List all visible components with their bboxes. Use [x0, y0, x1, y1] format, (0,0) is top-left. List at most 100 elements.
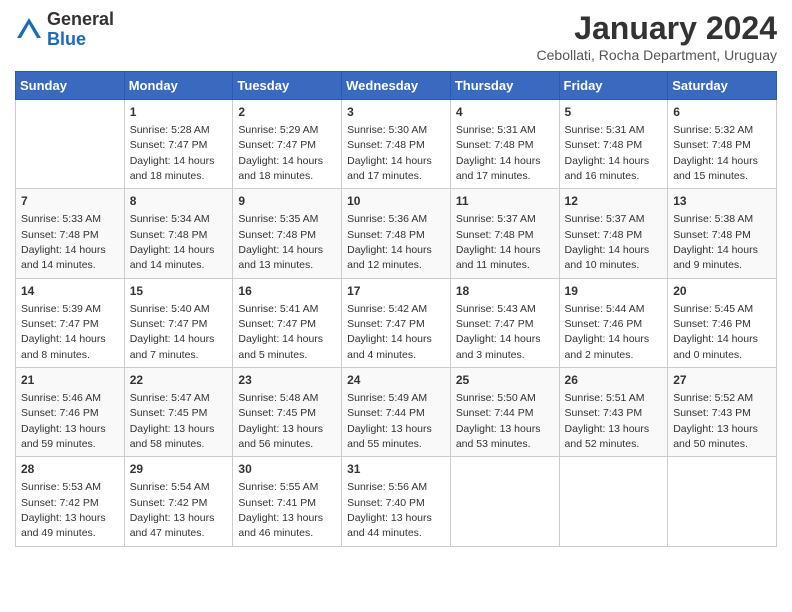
logo-text: General Blue [47, 10, 114, 50]
day-info: Sunrise: 5:31 AM Sunset: 7:48 PM Dayligh… [565, 124, 650, 182]
calendar-cell: 13 Sunrise: 5:38 AM Sunset: 7:48 PM Dayli… [668, 189, 777, 278]
calendar-cell: 27 Sunrise: 5:52 AM Sunset: 7:43 PM Dayli… [668, 368, 777, 457]
calendar-cell: 6 Sunrise: 5:32 AM Sunset: 7:48 PM Daylig… [668, 100, 777, 189]
day-number: 31 [347, 461, 445, 478]
day-number: 7 [21, 193, 119, 210]
calendar-cell: 4Sunrise: 5:31 AM Sunset: 7:48 PM Daylig… [450, 100, 559, 189]
calendar-cell: 30 Sunrise: 5:55 AM Sunset: 7:41 PM Dayli… [233, 457, 342, 546]
calendar-cell: 15Sunrise: 5:40 AM Sunset: 7:47 PM Dayli… [124, 278, 233, 367]
day-info: Sunrise: 5:48 AM Sunset: 7:45 PM Dayligh… [238, 392, 323, 450]
calendar-cell: 10Sunrise: 5:36 AM Sunset: 7:48 PM Dayli… [342, 189, 451, 278]
title-area: January 2024 Cebollati, Rocha Department… [537, 10, 777, 63]
day-info: Sunrise: 5:51 AM Sunset: 7:43 PM Dayligh… [565, 392, 650, 450]
logo: General Blue [15, 10, 114, 50]
day-number: 22 [130, 372, 228, 389]
calendar-cell: 20Sunrise: 5:45 AM Sunset: 7:46 PM Dayli… [668, 278, 777, 367]
day-number: 11 [456, 193, 554, 210]
calendar-cell: 12 Sunrise: 5:37 AM Sunset: 7:48 PM Dayli… [559, 189, 668, 278]
day-number: 27 [673, 372, 771, 389]
col-header-wednesday: Wednesday [342, 72, 451, 100]
header: General Blue January 2024 Cebollati, Roc… [15, 10, 777, 63]
day-info: Sunrise: 5:50 AM Sunset: 7:44 PM Dayligh… [456, 392, 541, 450]
calendar-cell: 5 Sunrise: 5:31 AM Sunset: 7:48 PM Daylig… [559, 100, 668, 189]
logo-general: General [47, 9, 114, 29]
week-row-5: 28Sunrise: 5:53 AM Sunset: 7:42 PM Dayli… [16, 457, 777, 546]
day-info: Sunrise: 5:30 AM Sunset: 7:48 PM Dayligh… [347, 124, 432, 182]
day-info: Sunrise: 5:28 AM Sunset: 7:47 PM Dayligh… [130, 124, 215, 182]
calendar-subtitle: Cebollati, Rocha Department, Uruguay [537, 47, 777, 63]
day-number: 30 [238, 461, 336, 478]
calendar-cell: 28Sunrise: 5:53 AM Sunset: 7:42 PM Dayli… [16, 457, 125, 546]
col-header-sunday: Sunday [16, 72, 125, 100]
day-number: 9 [238, 193, 336, 210]
day-info: Sunrise: 5:52 AM Sunset: 7:43 PM Dayligh… [673, 392, 758, 450]
calendar-cell: 7 Sunrise: 5:33 AM Sunset: 7:48 PM Daylig… [16, 189, 125, 278]
calendar-cell [16, 100, 125, 189]
day-info: Sunrise: 5:45 AM Sunset: 7:46 PM Dayligh… [673, 303, 758, 361]
calendar-cell: 14 Sunrise: 5:39 AM Sunset: 7:47 PM Dayli… [16, 278, 125, 367]
day-number: 15 [130, 283, 228, 300]
calendar-cell: 18Sunrise: 5:43 AM Sunset: 7:47 PM Dayli… [450, 278, 559, 367]
day-number: 26 [565, 372, 663, 389]
calendar-cell [668, 457, 777, 546]
day-info: Sunrise: 5:37 AM Sunset: 7:48 PM Dayligh… [565, 213, 650, 271]
calendar-cell: 11 Sunrise: 5:37 AM Sunset: 7:48 PM Dayli… [450, 189, 559, 278]
day-info: Sunrise: 5:33 AM Sunset: 7:48 PM Dayligh… [21, 213, 106, 271]
days-header-row: SundayMondayTuesdayWednesdayThursdayFrid… [16, 72, 777, 100]
day-number: 23 [238, 372, 336, 389]
calendar-cell: 8Sunrise: 5:34 AM Sunset: 7:48 PM Daylig… [124, 189, 233, 278]
calendar-cell: 17 Sunrise: 5:42 AM Sunset: 7:47 PM Dayli… [342, 278, 451, 367]
day-info: Sunrise: 5:46 AM Sunset: 7:46 PM Dayligh… [21, 392, 106, 450]
col-header-tuesday: Tuesday [233, 72, 342, 100]
calendar-cell: 24 Sunrise: 5:49 AM Sunset: 7:44 PM Dayli… [342, 368, 451, 457]
calendar-cell: 26 Sunrise: 5:51 AM Sunset: 7:43 PM Dayli… [559, 368, 668, 457]
day-info: Sunrise: 5:42 AM Sunset: 7:47 PM Dayligh… [347, 303, 432, 361]
calendar-cell [450, 457, 559, 546]
day-info: Sunrise: 5:47 AM Sunset: 7:45 PM Dayligh… [130, 392, 215, 450]
day-number: 12 [565, 193, 663, 210]
day-info: Sunrise: 5:55 AM Sunset: 7:41 PM Dayligh… [238, 481, 323, 539]
day-number: 8 [130, 193, 228, 210]
calendar-cell [559, 457, 668, 546]
logo-icon [15, 16, 43, 44]
calendar-cell: 9 Sunrise: 5:35 AM Sunset: 7:48 PM Daylig… [233, 189, 342, 278]
calendar-cell: 19 Sunrise: 5:44 AM Sunset: 7:46 PM Dayli… [559, 278, 668, 367]
day-number: 14 [21, 283, 119, 300]
calendar-cell: 2 Sunrise: 5:29 AM Sunset: 7:47 PM Daylig… [233, 100, 342, 189]
day-number: 25 [456, 372, 554, 389]
day-number: 24 [347, 372, 445, 389]
day-number: 13 [673, 193, 771, 210]
day-info: Sunrise: 5:41 AM Sunset: 7:47 PM Dayligh… [238, 303, 323, 361]
day-number: 6 [673, 104, 771, 121]
day-number: 18 [456, 283, 554, 300]
day-info: Sunrise: 5:49 AM Sunset: 7:44 PM Dayligh… [347, 392, 432, 450]
calendar-title: January 2024 [537, 10, 777, 47]
day-info: Sunrise: 5:44 AM Sunset: 7:46 PM Dayligh… [565, 303, 650, 361]
day-number: 17 [347, 283, 445, 300]
week-row-2: 7 Sunrise: 5:33 AM Sunset: 7:48 PM Daylig… [16, 189, 777, 278]
col-header-thursday: Thursday [450, 72, 559, 100]
day-info: Sunrise: 5:56 AM Sunset: 7:40 PM Dayligh… [347, 481, 432, 539]
day-info: Sunrise: 5:35 AM Sunset: 7:48 PM Dayligh… [238, 213, 323, 271]
day-number: 10 [347, 193, 445, 210]
day-number: 5 [565, 104, 663, 121]
day-info: Sunrise: 5:39 AM Sunset: 7:47 PM Dayligh… [21, 303, 106, 361]
week-row-4: 21 Sunrise: 5:46 AM Sunset: 7:46 PM Dayli… [16, 368, 777, 457]
day-info: Sunrise: 5:32 AM Sunset: 7:48 PM Dayligh… [673, 124, 758, 182]
calendar-cell: 31 Sunrise: 5:56 AM Sunset: 7:40 PM Dayli… [342, 457, 451, 546]
day-number: 29 [130, 461, 228, 478]
day-number: 28 [21, 461, 119, 478]
day-number: 3 [347, 104, 445, 121]
calendar-table: SundayMondayTuesdayWednesdayThursdayFrid… [15, 71, 777, 547]
day-number: 19 [565, 283, 663, 300]
day-info: Sunrise: 5:29 AM Sunset: 7:47 PM Dayligh… [238, 124, 323, 182]
day-info: Sunrise: 5:37 AM Sunset: 7:48 PM Dayligh… [456, 213, 541, 271]
day-number: 2 [238, 104, 336, 121]
day-info: Sunrise: 5:38 AM Sunset: 7:48 PM Dayligh… [673, 213, 758, 271]
day-number: 4 [456, 104, 554, 121]
calendar-cell: 29Sunrise: 5:54 AM Sunset: 7:42 PM Dayli… [124, 457, 233, 546]
day-number: 1 [130, 104, 228, 121]
calendar-cell: 23 Sunrise: 5:48 AM Sunset: 7:45 PM Dayli… [233, 368, 342, 457]
calendar-cell: 21 Sunrise: 5:46 AM Sunset: 7:46 PM Dayli… [16, 368, 125, 457]
day-number: 21 [21, 372, 119, 389]
